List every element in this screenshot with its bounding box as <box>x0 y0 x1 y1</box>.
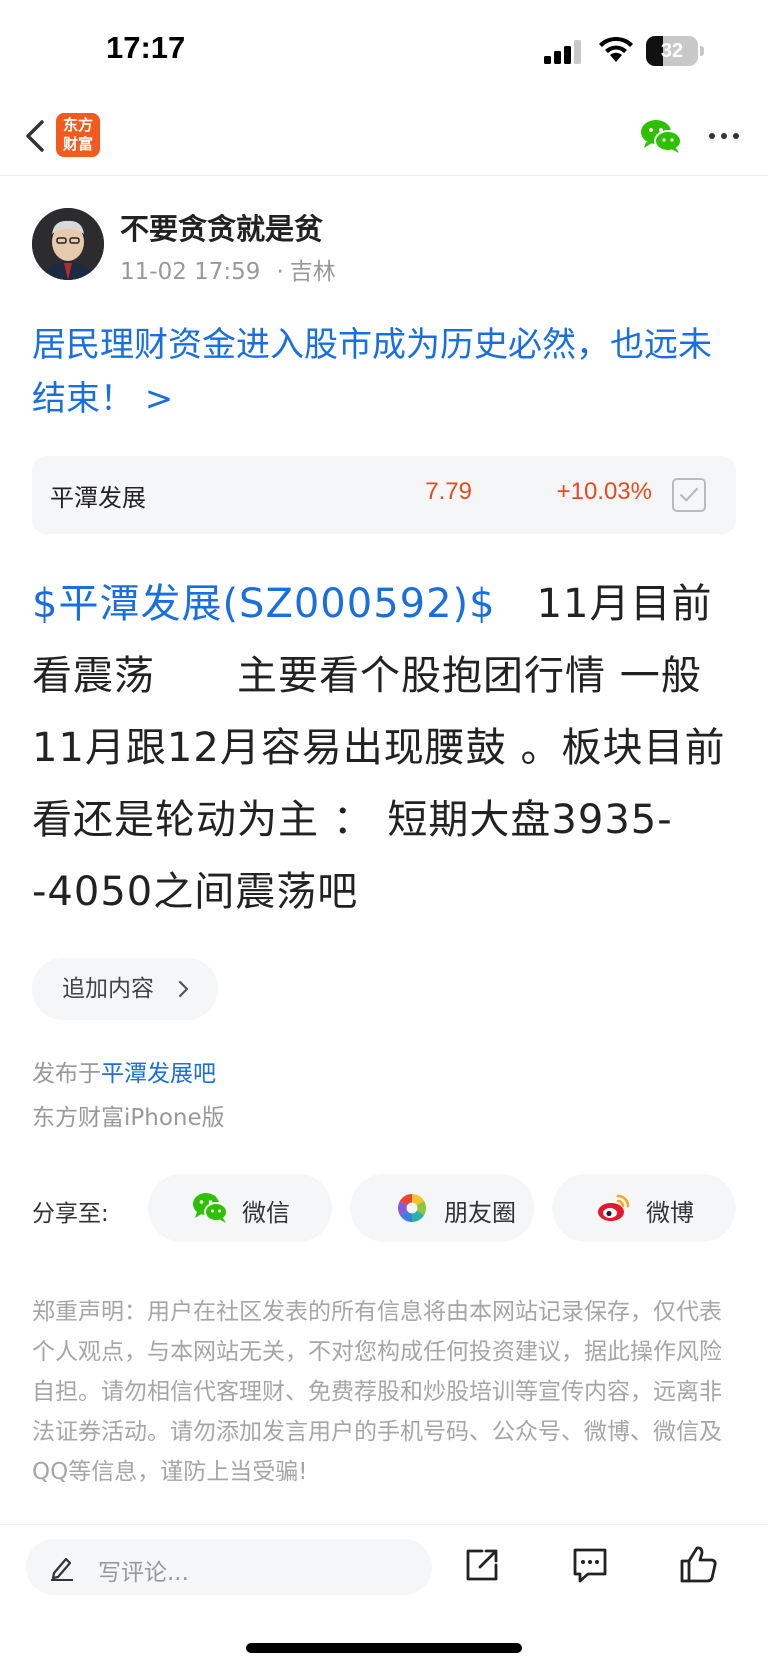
wechat-icon <box>193 1193 228 1223</box>
add-watchlist-checkbox-icon[interactable] <box>672 478 706 512</box>
bottom-toolbar: 写评论... <box>0 1524 768 1665</box>
stock-mention-link[interactable]: $平潭发展(SZ000592)$ <box>32 581 496 627</box>
published-in: 发布于平潭发展吧 <box>32 1061 216 1087</box>
post-body: $平潭发展(SZ000592)$ 11月目前看震荡 主要看个股抱团行情 一般11… <box>32 568 742 928</box>
share-weibo-label: 微博 <box>646 1199 694 1227</box>
comment-icon[interactable] <box>570 1545 610 1585</box>
share-wechat-button[interactable]: 微信 <box>148 1174 332 1242</box>
post-meta: 11-02 17:59 · 吉林 <box>120 259 336 285</box>
share-moments-button[interactable]: 朋友圈 <box>350 1174 534 1242</box>
share-moments-label: 朋友圈 <box>444 1199 516 1227</box>
forward-share-icon[interactable] <box>462 1545 502 1585</box>
post-title-link[interactable]: 居民理财资金进入股市成为历史必然，也远未结束！ > <box>32 318 742 426</box>
wifi-icon <box>599 36 633 62</box>
forum-link[interactable]: 平潭发展吧 <box>101 1061 216 1087</box>
stock-name: 平潭发展 <box>50 484 146 512</box>
share-weibo-button[interactable]: 微博 <box>552 1174 736 1242</box>
cellular-signal-icon <box>544 40 581 64</box>
append-content-button[interactable]: 追加内容 <box>32 958 218 1020</box>
comment-input[interactable]: 写评论... <box>26 1539 432 1595</box>
post-location: 吉林 <box>289 259 336 285</box>
wechat-share-icon[interactable] <box>640 118 682 154</box>
status-time: 17:17 <box>106 30 186 65</box>
chevron-right-icon <box>178 980 189 998</box>
app-logo[interactable]: 东方 财富 <box>56 113 100 157</box>
back-icon[interactable] <box>20 116 50 156</box>
battery-percent: 32 <box>660 40 684 62</box>
stock-card[interactable]: 平潭发展 7.79 +10.03% <box>32 456 736 534</box>
weibo-icon <box>598 1194 630 1221</box>
stock-change: +10.03% <box>556 478 652 505</box>
client-info: 东方财富iPhone版 <box>32 1105 225 1131</box>
share-wechat-label: 微信 <box>242 1199 290 1227</box>
nav-bar: 东方 财富 <box>0 100 768 176</box>
author-name[interactable]: 不要贪贪就是贫 <box>120 206 323 248</box>
battery-icon: 32 <box>646 36 704 66</box>
home-indicator <box>246 1643 522 1653</box>
post-body-text: 11月目前看震荡 主要看个股抱团行情 一般11月跟12月容易出现腰鼓 。板块目前… <box>32 581 726 915</box>
thumbs-up-icon[interactable] <box>678 1543 718 1585</box>
pencil-icon <box>51 1557 73 1581</box>
moments-icon <box>398 1194 426 1222</box>
status-bar: 17:17 32 <box>0 0 768 100</box>
author-avatar[interactable] <box>32 208 104 280</box>
disclaimer-text: 郑重声明：用户在社区发表的所有信息将由本网站记录保存，仅代表个人观点，与本网站无… <box>32 1299 722 1485</box>
comment-placeholder: 写评论... <box>98 1560 189 1586</box>
stock-price: 7.79 <box>425 478 472 505</box>
more-options-icon[interactable] <box>706 122 742 150</box>
post-date: 11-02 17:59 <box>120 259 261 285</box>
share-label: 分享至: <box>32 1201 109 1227</box>
